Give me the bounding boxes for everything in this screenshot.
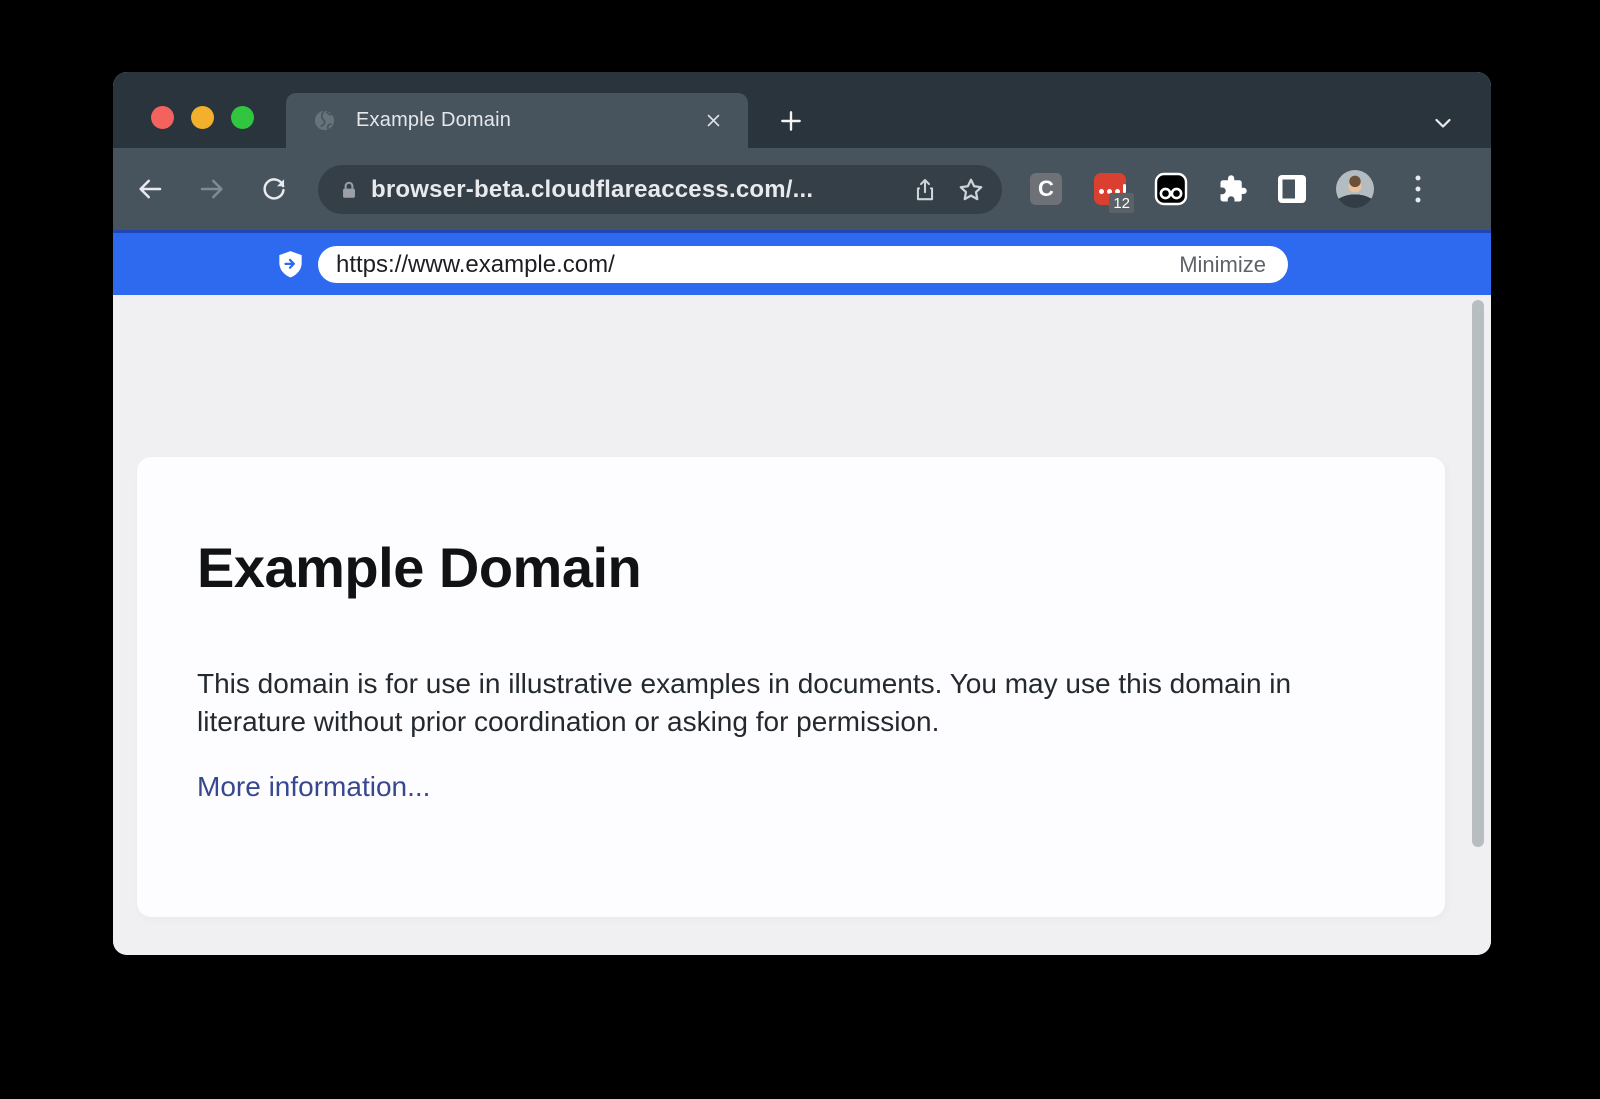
address-bar-url: browser-beta.cloudflareaccess.com/...: [371, 176, 910, 204]
tab-example-domain[interactable]: Example Domain: [286, 93, 748, 148]
tab-title: Example Domain: [356, 109, 698, 132]
tab-search-chevron-icon[interactable]: [1422, 102, 1464, 144]
page-viewport: Example Domain This domain is for use in…: [113, 295, 1491, 955]
minimize-window-button[interactable]: [191, 106, 214, 129]
remote-url-text: https://www.example.com/: [336, 251, 1179, 279]
example-domain-card: Example Domain This domain is for use in…: [137, 457, 1445, 917]
reload-button[interactable]: [259, 174, 289, 204]
extensions-puzzle-icon[interactable]: [1218, 174, 1248, 204]
back-button[interactable]: [135, 174, 165, 204]
vertical-scrollbar[interactable]: [1472, 300, 1484, 847]
globe-favicon-icon: [312, 108, 337, 133]
minimize-bar-button[interactable]: Minimize: [1179, 252, 1266, 278]
extension-password-manager-icon[interactable]: 12: [1094, 173, 1126, 205]
lock-icon: [338, 179, 360, 201]
bookmark-star-icon[interactable]: [956, 175, 986, 205]
new-tab-button[interactable]: [770, 100, 812, 142]
page-title: Example Domain: [197, 535, 641, 600]
extension-c-icon[interactable]: C: [1030, 173, 1062, 205]
shield-icon: [277, 250, 304, 279]
address-bar[interactable]: browser-beta.cloudflareaccess.com/...: [318, 165, 1002, 214]
remote-url-bar[interactable]: https://www.example.com/ Minimize: [318, 246, 1288, 283]
forward-button[interactable]: [197, 174, 227, 204]
tab-strip: Example Domain: [113, 72, 1491, 148]
toolbar: browser-beta.cloudflareaccess.com/... C: [113, 148, 1491, 230]
share-icon[interactable]: [910, 175, 940, 205]
window-controls: [151, 106, 254, 129]
browser-menu-kebab-icon[interactable]: [1416, 176, 1421, 203]
browser-window: Example Domain: [113, 72, 1491, 955]
tab-close-icon[interactable]: [698, 106, 728, 136]
close-window-button[interactable]: [151, 106, 174, 129]
more-information-link[interactable]: More information...: [197, 771, 430, 803]
page-paragraph: This domain is for use in illustrative e…: [197, 665, 1357, 741]
side-panel-icon[interactable]: [1277, 174, 1307, 204]
remote-browser-bar: https://www.example.com/ Minimize: [113, 230, 1491, 295]
profile-avatar[interactable]: [1336, 170, 1374, 208]
extension-badge: 12: [1109, 193, 1134, 213]
extension-circles-icon[interactable]: [1154, 172, 1188, 206]
zoom-window-button[interactable]: [231, 106, 254, 129]
